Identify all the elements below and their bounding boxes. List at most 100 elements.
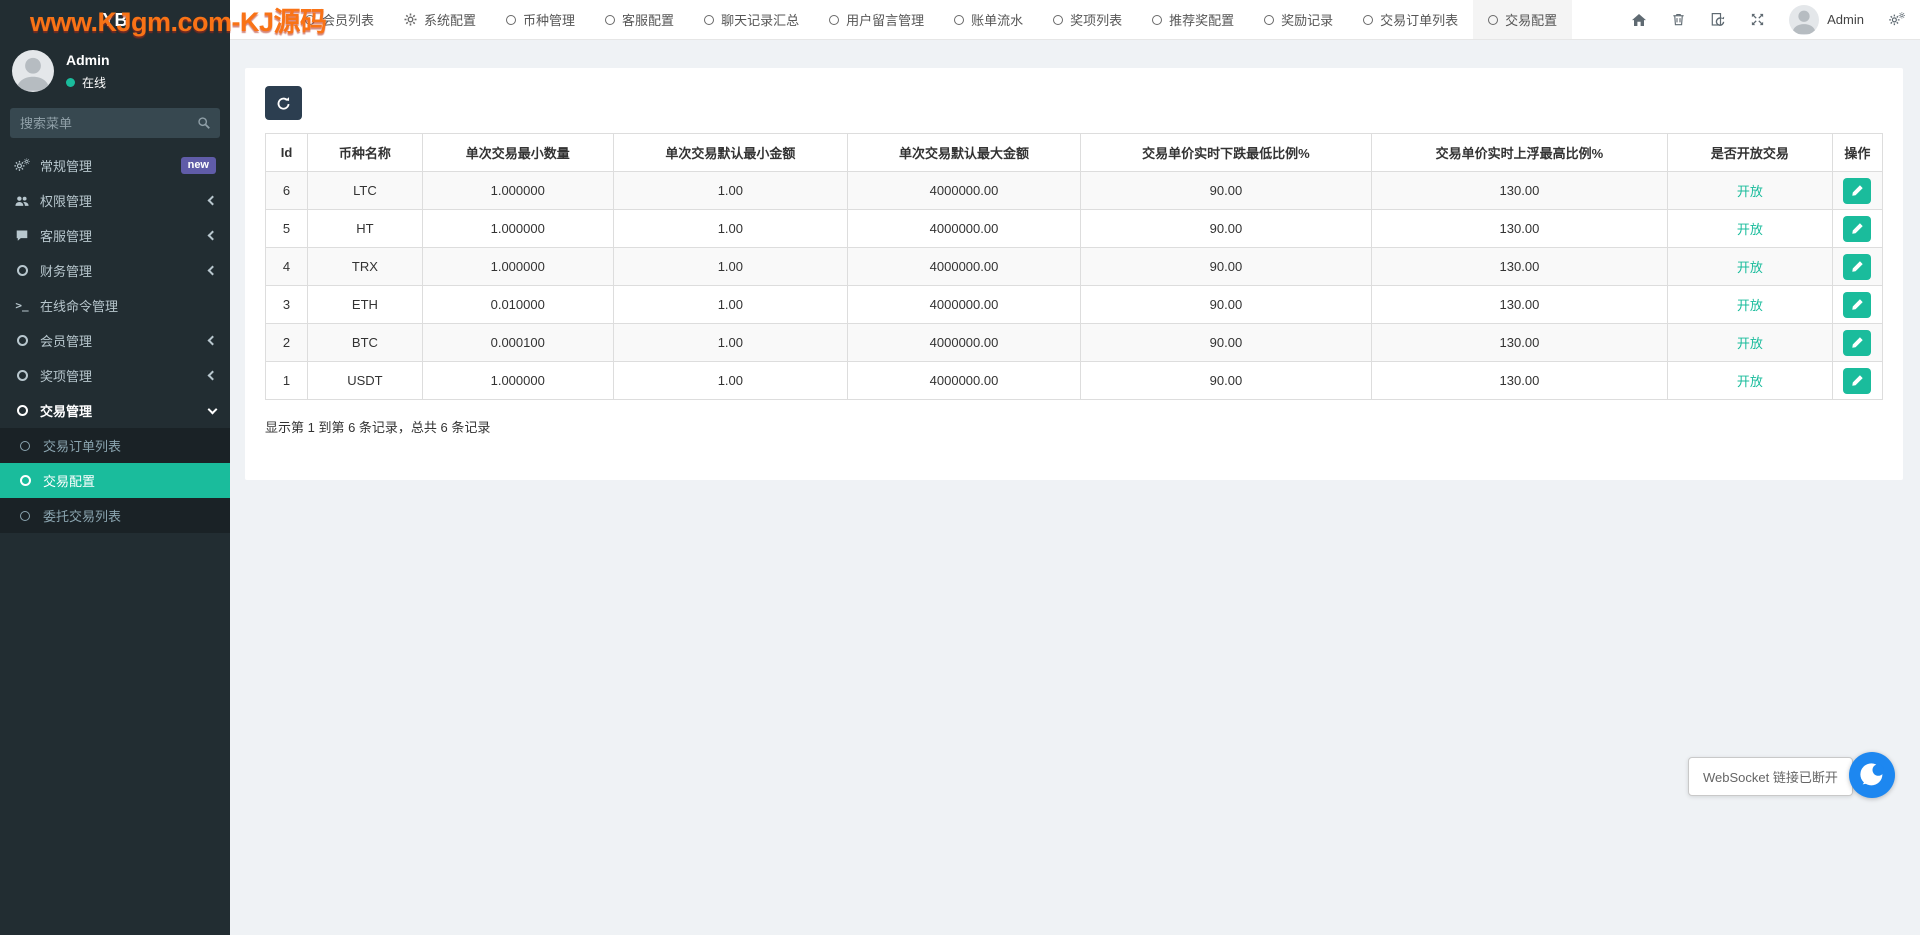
avatar [1789, 5, 1819, 35]
nav-right-actions: Admin [1631, 0, 1920, 39]
cell-coin: LTC [308, 172, 423, 210]
tab-system-config[interactable]: 系统配置 [389, 0, 491, 39]
tab-member-list[interactable]: 会员列表 [290, 0, 389, 39]
cell-max-amount: 4000000.00 [848, 324, 1081, 362]
trash-icon[interactable] [1671, 12, 1686, 27]
cell-min-amount: 1.00 [613, 362, 847, 400]
online-status-dot [66, 78, 75, 87]
circle-icon [14, 335, 30, 346]
chat-widget-button[interactable] [1849, 752, 1895, 798]
clear-cache-icon[interactable] [1710, 12, 1726, 28]
sidebar-item-label: 财务管理 [40, 261, 92, 280]
sidebar-item-general-management[interactable]: 常规管理 new [0, 148, 230, 183]
chevron-left-icon [208, 371, 218, 381]
sidebar-subitem-trade-config[interactable]: 交易配置 [0, 463, 230, 498]
chevron-left-icon [208, 196, 218, 206]
online-status-label: 在线 [82, 74, 106, 91]
column-header: 币种名称 [308, 134, 423, 172]
tab-reward-records[interactable]: 奖励记录 [1249, 0, 1348, 39]
sidebar-item-trade-management[interactable]: 交易管理 [0, 393, 230, 428]
edit-button[interactable] [1843, 254, 1871, 280]
cell-down-pct: 90.00 [1080, 324, 1371, 362]
cell-max-amount: 4000000.00 [848, 362, 1081, 400]
table-row: 4 TRX 1.000000 1.00 4000000.00 90.00 130… [266, 248, 1883, 286]
sidebar-item-label: 会员管理 [40, 331, 92, 350]
tab-customer-service-config[interactable]: 客服配置 [590, 0, 689, 39]
sidebar-item-label: 在线命令管理 [40, 296, 118, 315]
sidebar-user-panel: Admin 在线 [0, 40, 230, 98]
sidebar-item-member-management[interactable]: 会员管理 [0, 323, 230, 358]
home-icon[interactable] [1631, 12, 1647, 28]
websocket-tooltip: WebSocket 链接已断开 [1688, 757, 1853, 796]
sidebar-subitem-label: 交易配置 [43, 471, 95, 490]
tab-label: 账单流水 [971, 10, 1023, 29]
sidebar-item-permission-management[interactable]: 权限管理 [0, 183, 230, 218]
tab-chat-records[interactable]: 聊天记录汇总 [689, 0, 814, 39]
cell-coin: HT [308, 210, 423, 248]
tab-bill-flow[interactable]: 账单流水 [939, 0, 1038, 39]
pencil-icon [1851, 374, 1864, 387]
search-input[interactable] [10, 108, 220, 138]
cell-min-amount: 1.00 [613, 248, 847, 286]
tab-referral-award-config[interactable]: 推荐奖配置 [1137, 0, 1249, 39]
circle-icon [605, 15, 615, 25]
edit-button[interactable] [1843, 292, 1871, 318]
tab-label: 奖励记录 [1281, 10, 1333, 29]
open-status: 开放 [1737, 336, 1763, 351]
nav-user-menu[interactable]: Admin [1789, 5, 1864, 35]
tab-award-list[interactable]: 奖项列表 [1038, 0, 1137, 39]
sidebar-user-name: Admin [66, 52, 110, 68]
tab-trade-config[interactable]: 交易配置 [1473, 0, 1572, 39]
circle-icon [1264, 15, 1274, 25]
column-header: 操作 [1832, 134, 1882, 172]
trade-config-panel: Id 币种名称 单次交易最小数量 单次交易默认最小金额 单次交易默认最大金额 交… [245, 68, 1903, 480]
refresh-button[interactable] [265, 86, 302, 120]
edit-button[interactable] [1843, 330, 1871, 356]
cell-id: 4 [266, 248, 308, 286]
sidebar-item-finance-management[interactable]: 财务管理 [0, 253, 230, 288]
circle-icon [506, 15, 516, 25]
cell-down-pct: 90.00 [1080, 286, 1371, 324]
edit-button[interactable] [1843, 178, 1871, 204]
circle-icon [704, 15, 714, 25]
cell-min-amount: 1.00 [613, 172, 847, 210]
sidebar-item-online-command-management[interactable]: 在线命令管理 [0, 288, 230, 323]
refresh-icon [276, 96, 291, 111]
cell-down-pct: 90.00 [1080, 210, 1371, 248]
edit-button[interactable] [1843, 216, 1871, 242]
sidebar-subitem-trade-order-list[interactable]: 交易订单列表 [0, 428, 230, 463]
chevron-left-icon [208, 266, 218, 276]
circle-icon [1152, 15, 1162, 25]
tab-coin-management[interactable]: 币种管理 [491, 0, 590, 39]
sidebar-subitem-entrust-trade-list[interactable]: 委托交易列表 [0, 498, 230, 533]
new-badge: new [181, 157, 216, 173]
cell-min-qty: 1.000000 [422, 172, 613, 210]
circle-icon [14, 265, 30, 276]
open-status: 开放 [1737, 374, 1763, 389]
cell-coin: USDT [308, 362, 423, 400]
cell-min-qty: 1.000000 [422, 362, 613, 400]
tab-trade-order-list[interactable]: 交易订单列表 [1348, 0, 1473, 39]
trade-config-table: Id 币种名称 单次交易最小数量 单次交易默认最小金额 单次交易默认最大金额 交… [265, 133, 1883, 400]
chevron-down-icon [208, 404, 218, 414]
edit-button[interactable] [1843, 368, 1871, 394]
app-logo[interactable]: YB [0, 0, 230, 40]
cell-up-pct: 130.00 [1371, 210, 1667, 248]
tab-label: 交易配置 [1505, 10, 1557, 29]
sidebar-search [10, 108, 220, 138]
settings-gears-icon[interactable] [1888, 12, 1906, 27]
sidebar-item-customer-service-management[interactable]: 客服管理 [0, 218, 230, 253]
search-icon[interactable] [197, 116, 211, 135]
sidebar-item-award-management[interactable]: 奖项管理 [0, 358, 230, 393]
table-header-row: Id 币种名称 单次交易最小数量 单次交易默认最小金额 单次交易默认最大金额 交… [266, 134, 1883, 172]
tab-user-messages[interactable]: 用户留言管理 [814, 0, 939, 39]
main-content: Id 币种名称 单次交易最小数量 单次交易默认最小金额 单次交易默认最大金额 交… [230, 41, 1920, 935]
nav-tabs: 会员列表 系统配置 币种管理 客服配置 聊天记录汇总 用户留言管理 账单流水 [290, 0, 1572, 39]
circle-icon [1053, 15, 1063, 25]
tab-label: 会员列表 [322, 10, 374, 29]
users-icon [14, 194, 30, 208]
fullscreen-icon[interactable] [1750, 12, 1765, 27]
pencil-icon [1851, 260, 1864, 273]
table-row: 2 BTC 0.000100 1.00 4000000.00 90.00 130… [266, 324, 1883, 362]
column-header: Id [266, 134, 308, 172]
